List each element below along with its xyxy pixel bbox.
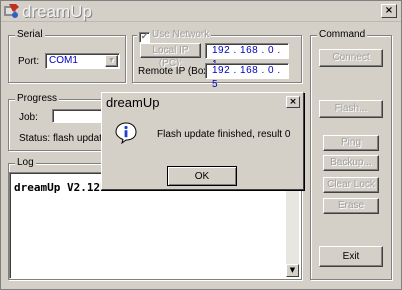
- progress-legend: Progress: [15, 93, 60, 105]
- info-icon: [115, 122, 137, 144]
- port-label: Port:: [18, 56, 40, 67]
- window-title: dreamUp: [22, 2, 92, 21]
- command-group: Command Connect Flash... Ping Backup... …: [310, 29, 392, 280]
- log-legend: Log: [15, 157, 36, 169]
- dialog-close-button[interactable]: ×: [286, 96, 300, 108]
- command-legend: Command: [317, 29, 368, 41]
- port-select[interactable]: COM1 ▼: [45, 53, 120, 69]
- remote-ip-field[interactable]: 192 . 168 . 0 . 5: [205, 63, 289, 90]
- network-group: ✔ Use Network Local IP (PC): 192 . 168 . …: [132, 29, 302, 90]
- use-network-checkbox[interactable]: ✔: [139, 32, 150, 43]
- job-label: Job:: [19, 112, 38, 123]
- ping-button[interactable]: Ping: [323, 135, 379, 151]
- serial-legend: Serial: [15, 29, 45, 41]
- dialog-title: dreamUp: [106, 95, 160, 110]
- dialog-message: Flash update finished, result 0: [157, 129, 291, 140]
- remote-ip-label: Remote IP (Box):: [138, 66, 215, 77]
- exit-button[interactable]: Exit: [319, 246, 383, 267]
- use-network-legend[interactable]: ✔ Use Network: [137, 29, 212, 43]
- backup-button[interactable]: Backup...: [323, 155, 379, 171]
- ok-button[interactable]: OK: [167, 166, 237, 186]
- status-value: flash update: [53, 133, 108, 144]
- status-label: Status:: [19, 133, 51, 144]
- local-ip-button[interactable]: Local IP (PC):: [140, 43, 201, 69]
- title-bar: dreamUp ×: [1, 1, 401, 22]
- local-ip-field[interactable]: 192 . 168 . 0 . 1: [205, 43, 289, 70]
- flash-button[interactable]: Flash...: [319, 100, 383, 118]
- clear-lock-button[interactable]: Clear Lock: [323, 177, 379, 193]
- connect-button[interactable]: Connect: [319, 49, 383, 67]
- scroll-down-icon[interactable]: ▼: [286, 264, 299, 277]
- main-window: dreamUp × Serial Port: COM1 ▼ ✔ Use Netwo…: [0, 0, 402, 290]
- app-icon: [4, 4, 19, 18]
- serial-group: Serial Port: COM1 ▼: [8, 29, 126, 83]
- erase-button[interactable]: Erase: [323, 198, 379, 214]
- chevron-down-icon[interactable]: ▼: [105, 55, 118, 67]
- window-close-button[interactable]: ×: [381, 4, 397, 18]
- log-text: dreamUp V2.12b: [14, 181, 107, 194]
- port-select-value: COM1: [49, 55, 78, 66]
- message-dialog: dreamUp × Flash update finished, result …: [101, 92, 304, 190]
- use-network-label: Use Network: [152, 29, 210, 40]
- dialog-title-bar: dreamUp ×: [103, 94, 302, 111]
